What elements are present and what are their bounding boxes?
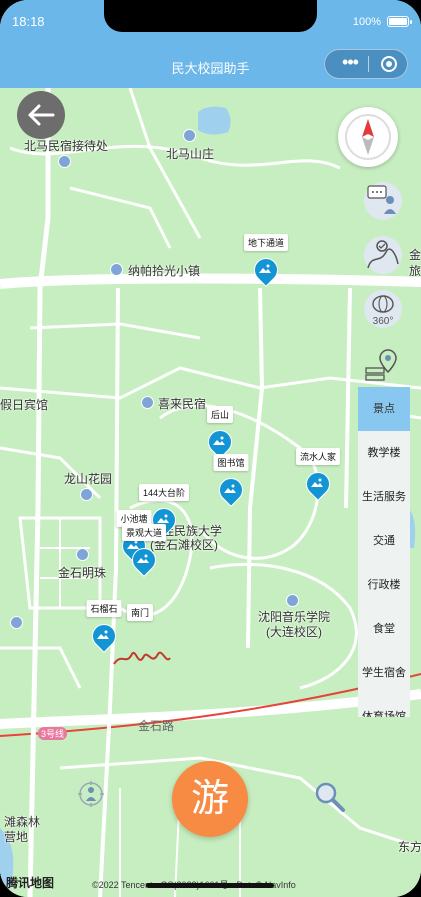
compass-button[interactable] bbox=[338, 107, 398, 167]
poi-partial-2: 旅 bbox=[409, 264, 421, 278]
person-locate-icon bbox=[78, 781, 104, 807]
poi-dot bbox=[141, 396, 154, 409]
landscape-icon bbox=[213, 436, 225, 445]
poi-east: 东方 bbox=[398, 840, 421, 854]
locate-me-button[interactable] bbox=[76, 779, 106, 813]
poi-longshan-garden: 龙山花园 bbox=[64, 472, 113, 486]
route-icon bbox=[364, 236, 402, 274]
arrow-left-icon bbox=[28, 104, 55, 126]
road-jinshi: 金石路 bbox=[138, 719, 175, 733]
marker-label: 144大台阶 bbox=[138, 484, 190, 501]
tab-transport[interactable]: 交通 bbox=[358, 519, 410, 563]
poi-holiday-hotel: 假日宾馆 bbox=[0, 398, 49, 412]
battery-percent: 100% bbox=[352, 16, 381, 28]
tab-admin-building[interactable]: 行政楼 bbox=[358, 563, 410, 607]
tour-button[interactable]: 游 bbox=[172, 761, 248, 837]
marker-label: 景观大道 bbox=[121, 524, 167, 541]
marker-label: 南门 bbox=[126, 604, 154, 621]
screen-notch bbox=[104, 0, 317, 32]
nav-bar: 民大校园助手 ••• bbox=[0, 44, 421, 88]
landscape-icon bbox=[137, 554, 149, 563]
poi-dot bbox=[80, 488, 93, 501]
marker-label: 石榴石 bbox=[86, 600, 122, 617]
status-time: 18:18 bbox=[12, 14, 45, 29]
landscape-icon bbox=[224, 484, 236, 493]
marker-label: 后山 bbox=[206, 406, 234, 423]
marker-label: 流水人家 bbox=[295, 448, 341, 465]
poi-conservatory-campus: (大连校区) bbox=[266, 625, 322, 639]
tab-scenic[interactable]: 景点 bbox=[358, 387, 410, 431]
chat-icon bbox=[364, 182, 402, 220]
poi-dot bbox=[76, 548, 89, 561]
svg-text:360°: 360° bbox=[373, 316, 394, 327]
more-icon[interactable]: ••• bbox=[335, 53, 365, 72]
poi-xilai-homestay: 喜来民宿 bbox=[158, 397, 207, 411]
landscape-icon bbox=[259, 264, 271, 273]
poi-beima-reception: 北马民宿接待处 bbox=[24, 139, 109, 153]
tab-sports-venue[interactable]: 体育场馆 bbox=[358, 695, 410, 717]
poi-napa-town: 纳帕拾光小镇 bbox=[128, 264, 201, 278]
poi-dot bbox=[10, 616, 23, 629]
compass-icon bbox=[345, 114, 391, 160]
pin-stack-icon bbox=[365, 349, 397, 381]
back-button[interactable] bbox=[17, 91, 65, 139]
landscape-icon bbox=[97, 630, 109, 639]
tencent-map-logo: 腾讯地图 bbox=[6, 876, 55, 890]
poi-campsite: 营地 bbox=[4, 830, 29, 844]
tab-life-service[interactable]: 生活服务 bbox=[358, 475, 410, 519]
view-360-icon: 360° bbox=[364, 290, 402, 328]
search-icon bbox=[315, 782, 345, 812]
route-button[interactable] bbox=[362, 234, 404, 276]
marker-label: 地下通道 bbox=[243, 234, 289, 251]
close-mini-program-icon[interactable] bbox=[381, 56, 397, 72]
marker-label: 图书馆 bbox=[213, 454, 249, 471]
home-indicator bbox=[146, 883, 274, 888]
poi-beima-villa: 北马山庄 bbox=[166, 147, 215, 161]
category-tab-list: 景点 教学楼 生活服务 交通 行政楼 食堂 学生宿舍 体育场馆 bbox=[358, 387, 410, 717]
poi-partial-1: 金 bbox=[409, 248, 421, 262]
poi-jinshi-pearl: 金石明珠 bbox=[58, 566, 107, 580]
metro-line-3: 3号线 bbox=[38, 727, 68, 740]
tab-dormitory[interactable]: 学生宿舍 bbox=[358, 651, 410, 695]
tab-teaching-building[interactable]: 教学楼 bbox=[358, 431, 410, 475]
capsule-divider bbox=[368, 56, 369, 72]
view-360-button[interactable]: 360° bbox=[362, 288, 404, 330]
poi-dot bbox=[183, 129, 196, 142]
tab-canteen[interactable]: 食堂 bbox=[358, 607, 410, 651]
landscape-icon bbox=[311, 478, 323, 487]
mini-program-screen: 北马民宿接待处 北马山庄 纳帕拾光小镇 假日宾馆 喜来民宿 龙山花园 大连民族大… bbox=[0, 0, 421, 897]
search-button[interactable] bbox=[312, 779, 346, 813]
poi-dot bbox=[286, 594, 299, 607]
location-list-button[interactable] bbox=[362, 346, 404, 388]
university-logo bbox=[113, 651, 171, 665]
battery-icon bbox=[387, 16, 412, 27]
chat-button[interactable] bbox=[362, 180, 404, 222]
poi-dot bbox=[58, 155, 71, 168]
poi-dot bbox=[110, 263, 123, 276]
mini-program-capsule: ••• bbox=[324, 49, 408, 79]
